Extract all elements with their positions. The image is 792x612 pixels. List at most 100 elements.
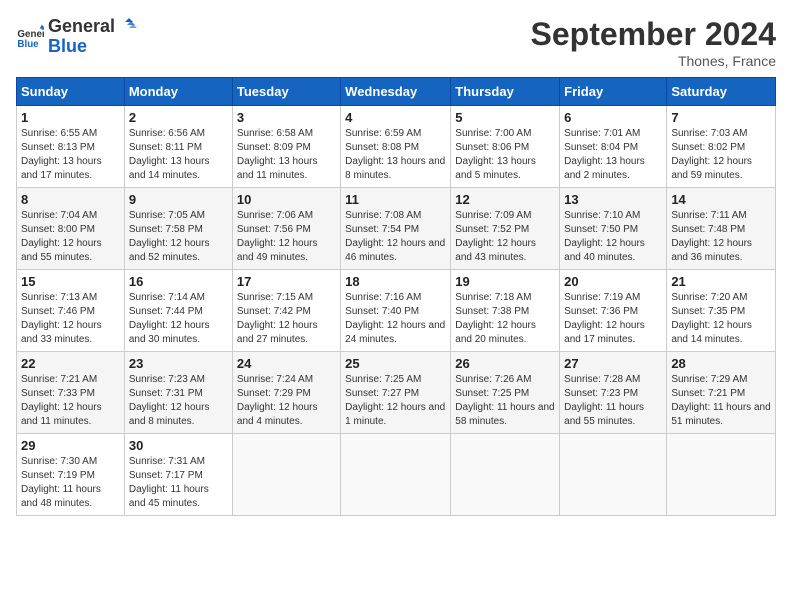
day-info: Sunrise: 7:23 AM Sunset: 7:31 PM Dayligh…	[129, 373, 228, 429]
day-number: 20	[564, 274, 662, 289]
calendar-cell: 26 Sunrise: 7:26 AM Sunset: 7:25 PM Dayl…	[451, 352, 560, 434]
day-info: Sunrise: 7:16 AM Sunset: 7:40 PM Dayligh…	[345, 291, 446, 347]
day-number: 26	[455, 356, 555, 371]
calendar-cell: 10 Sunrise: 7:06 AM Sunset: 7:56 PM Dayl…	[232, 188, 340, 270]
day-number: 12	[455, 192, 555, 207]
header-friday: Friday	[560, 78, 667, 106]
logo-arrow-icon	[115, 18, 137, 40]
calendar-cell: 18 Sunrise: 7:16 AM Sunset: 7:40 PM Dayl…	[341, 270, 451, 352]
day-info: Sunrise: 7:21 AM Sunset: 7:33 PM Dayligh…	[21, 373, 120, 429]
calendar-cell: 17 Sunrise: 7:15 AM Sunset: 7:42 PM Dayl…	[232, 270, 340, 352]
svg-text:Blue: Blue	[17, 38, 39, 49]
day-info: Sunrise: 7:08 AM Sunset: 7:54 PM Dayligh…	[345, 209, 446, 265]
calendar-cell: 28 Sunrise: 7:29 AM Sunset: 7:21 PM Dayl…	[667, 352, 776, 434]
day-info: Sunrise: 7:09 AM Sunset: 7:52 PM Dayligh…	[455, 209, 555, 265]
day-number: 13	[564, 192, 662, 207]
calendar-cell	[341, 434, 451, 516]
calendar-cell: 11 Sunrise: 7:08 AM Sunset: 7:54 PM Dayl…	[341, 188, 451, 270]
day-number: 17	[237, 274, 336, 289]
day-info: Sunrise: 7:14 AM Sunset: 7:44 PM Dayligh…	[129, 291, 228, 347]
day-info: Sunrise: 7:06 AM Sunset: 7:56 PM Dayligh…	[237, 209, 336, 265]
day-info: Sunrise: 7:05 AM Sunset: 7:58 PM Dayligh…	[129, 209, 228, 265]
calendar-cell: 6 Sunrise: 7:01 AM Sunset: 8:04 PM Dayli…	[560, 106, 667, 188]
calendar-cell: 29 Sunrise: 7:30 AM Sunset: 7:19 PM Dayl…	[17, 434, 125, 516]
day-number: 27	[564, 356, 662, 371]
calendar-cell: 30 Sunrise: 7:31 AM Sunset: 7:17 PM Dayl…	[124, 434, 232, 516]
header-thursday: Thursday	[451, 78, 560, 106]
header-tuesday: Tuesday	[232, 78, 340, 106]
day-info: Sunrise: 7:00 AM Sunset: 8:06 PM Dayligh…	[455, 127, 555, 183]
day-number: 15	[21, 274, 120, 289]
day-number: 2	[129, 110, 228, 125]
calendar-header-row: SundayMondayTuesdayWednesdayThursdayFrid…	[17, 78, 776, 106]
day-number: 24	[237, 356, 336, 371]
day-info: Sunrise: 7:19 AM Sunset: 7:36 PM Dayligh…	[564, 291, 662, 347]
calendar-cell: 21 Sunrise: 7:20 AM Sunset: 7:35 PM Dayl…	[667, 270, 776, 352]
calendar-cell: 27 Sunrise: 7:28 AM Sunset: 7:23 PM Dayl…	[560, 352, 667, 434]
calendar-cell: 19 Sunrise: 7:18 AM Sunset: 7:38 PM Dayl…	[451, 270, 560, 352]
day-info: Sunrise: 7:25 AM Sunset: 7:27 PM Dayligh…	[345, 373, 446, 429]
day-info: Sunrise: 7:30 AM Sunset: 7:19 PM Dayligh…	[21, 455, 120, 511]
month-title: September 2024	[531, 16, 776, 53]
day-number: 14	[671, 192, 771, 207]
calendar-cell: 15 Sunrise: 7:13 AM Sunset: 7:46 PM Dayl…	[17, 270, 125, 352]
day-info: Sunrise: 7:26 AM Sunset: 7:25 PM Dayligh…	[455, 373, 555, 429]
calendar-cell: 25 Sunrise: 7:25 AM Sunset: 7:27 PM Dayl…	[341, 352, 451, 434]
calendar-cell: 24 Sunrise: 7:24 AM Sunset: 7:29 PM Dayl…	[232, 352, 340, 434]
day-number: 1	[21, 110, 120, 125]
day-number: 11	[345, 192, 446, 207]
calendar-cell	[232, 434, 340, 516]
calendar-cell: 14 Sunrise: 7:11 AM Sunset: 7:48 PM Dayl…	[667, 188, 776, 270]
calendar-cell	[560, 434, 667, 516]
day-number: 8	[21, 192, 120, 207]
day-info: Sunrise: 7:04 AM Sunset: 8:00 PM Dayligh…	[21, 209, 120, 265]
day-number: 4	[345, 110, 446, 125]
header-monday: Monday	[124, 78, 232, 106]
day-info: Sunrise: 7:10 AM Sunset: 7:50 PM Dayligh…	[564, 209, 662, 265]
day-info: Sunrise: 6:59 AM Sunset: 8:08 PM Dayligh…	[345, 127, 446, 183]
calendar-cell: 7 Sunrise: 7:03 AM Sunset: 8:02 PM Dayli…	[667, 106, 776, 188]
day-info: Sunrise: 7:01 AM Sunset: 8:04 PM Dayligh…	[564, 127, 662, 183]
day-info: Sunrise: 7:24 AM Sunset: 7:29 PM Dayligh…	[237, 373, 336, 429]
day-info: Sunrise: 7:13 AM Sunset: 7:46 PM Dayligh…	[21, 291, 120, 347]
day-info: Sunrise: 6:56 AM Sunset: 8:11 PM Dayligh…	[129, 127, 228, 183]
calendar-table: SundayMondayTuesdayWednesdayThursdayFrid…	[16, 77, 776, 516]
calendar-cell: 12 Sunrise: 7:09 AM Sunset: 7:52 PM Dayl…	[451, 188, 560, 270]
calendar-cell: 8 Sunrise: 7:04 AM Sunset: 8:00 PM Dayli…	[17, 188, 125, 270]
calendar-cell	[451, 434, 560, 516]
day-number: 18	[345, 274, 446, 289]
calendar-cell: 16 Sunrise: 7:14 AM Sunset: 7:44 PM Dayl…	[124, 270, 232, 352]
calendar-cell: 2 Sunrise: 6:56 AM Sunset: 8:11 PM Dayli…	[124, 106, 232, 188]
page-header: General Blue General Blue September 2024…	[16, 16, 776, 69]
day-number: 9	[129, 192, 228, 207]
day-number: 30	[129, 438, 228, 453]
calendar-cell: 5 Sunrise: 7:00 AM Sunset: 8:06 PM Dayli…	[451, 106, 560, 188]
day-number: 5	[455, 110, 555, 125]
calendar-cell: 1 Sunrise: 6:55 AM Sunset: 8:13 PM Dayli…	[17, 106, 125, 188]
logo: General Blue General Blue	[16, 16, 137, 57]
calendar-week-row: 15 Sunrise: 7:13 AM Sunset: 7:46 PM Dayl…	[17, 270, 776, 352]
day-info: Sunrise: 7:29 AM Sunset: 7:21 PM Dayligh…	[671, 373, 771, 429]
calendar-week-row: 1 Sunrise: 6:55 AM Sunset: 8:13 PM Dayli…	[17, 106, 776, 188]
day-info: Sunrise: 6:55 AM Sunset: 8:13 PM Dayligh…	[21, 127, 120, 183]
calendar-cell: 4 Sunrise: 6:59 AM Sunset: 8:08 PM Dayli…	[341, 106, 451, 188]
day-info: Sunrise: 7:28 AM Sunset: 7:23 PM Dayligh…	[564, 373, 662, 429]
calendar-cell: 3 Sunrise: 6:58 AM Sunset: 8:09 PM Dayli…	[232, 106, 340, 188]
day-number: 7	[671, 110, 771, 125]
day-number: 28	[671, 356, 771, 371]
day-info: Sunrise: 7:15 AM Sunset: 7:42 PM Dayligh…	[237, 291, 336, 347]
day-number: 22	[21, 356, 120, 371]
logo-icon: General Blue	[16, 23, 44, 51]
header-saturday: Saturday	[667, 78, 776, 106]
calendar-week-row: 8 Sunrise: 7:04 AM Sunset: 8:00 PM Dayli…	[17, 188, 776, 270]
calendar-cell: 13 Sunrise: 7:10 AM Sunset: 7:50 PM Dayl…	[560, 188, 667, 270]
day-info: Sunrise: 7:20 AM Sunset: 7:35 PM Dayligh…	[671, 291, 771, 347]
header-sunday: Sunday	[17, 78, 125, 106]
calendar-cell: 9 Sunrise: 7:05 AM Sunset: 7:58 PM Dayli…	[124, 188, 232, 270]
day-info: Sunrise: 7:11 AM Sunset: 7:48 PM Dayligh…	[671, 209, 771, 265]
day-number: 16	[129, 274, 228, 289]
day-number: 19	[455, 274, 555, 289]
calendar-cell	[667, 434, 776, 516]
calendar-week-row: 29 Sunrise: 7:30 AM Sunset: 7:19 PM Dayl…	[17, 434, 776, 516]
day-info: Sunrise: 6:58 AM Sunset: 8:09 PM Dayligh…	[237, 127, 336, 183]
